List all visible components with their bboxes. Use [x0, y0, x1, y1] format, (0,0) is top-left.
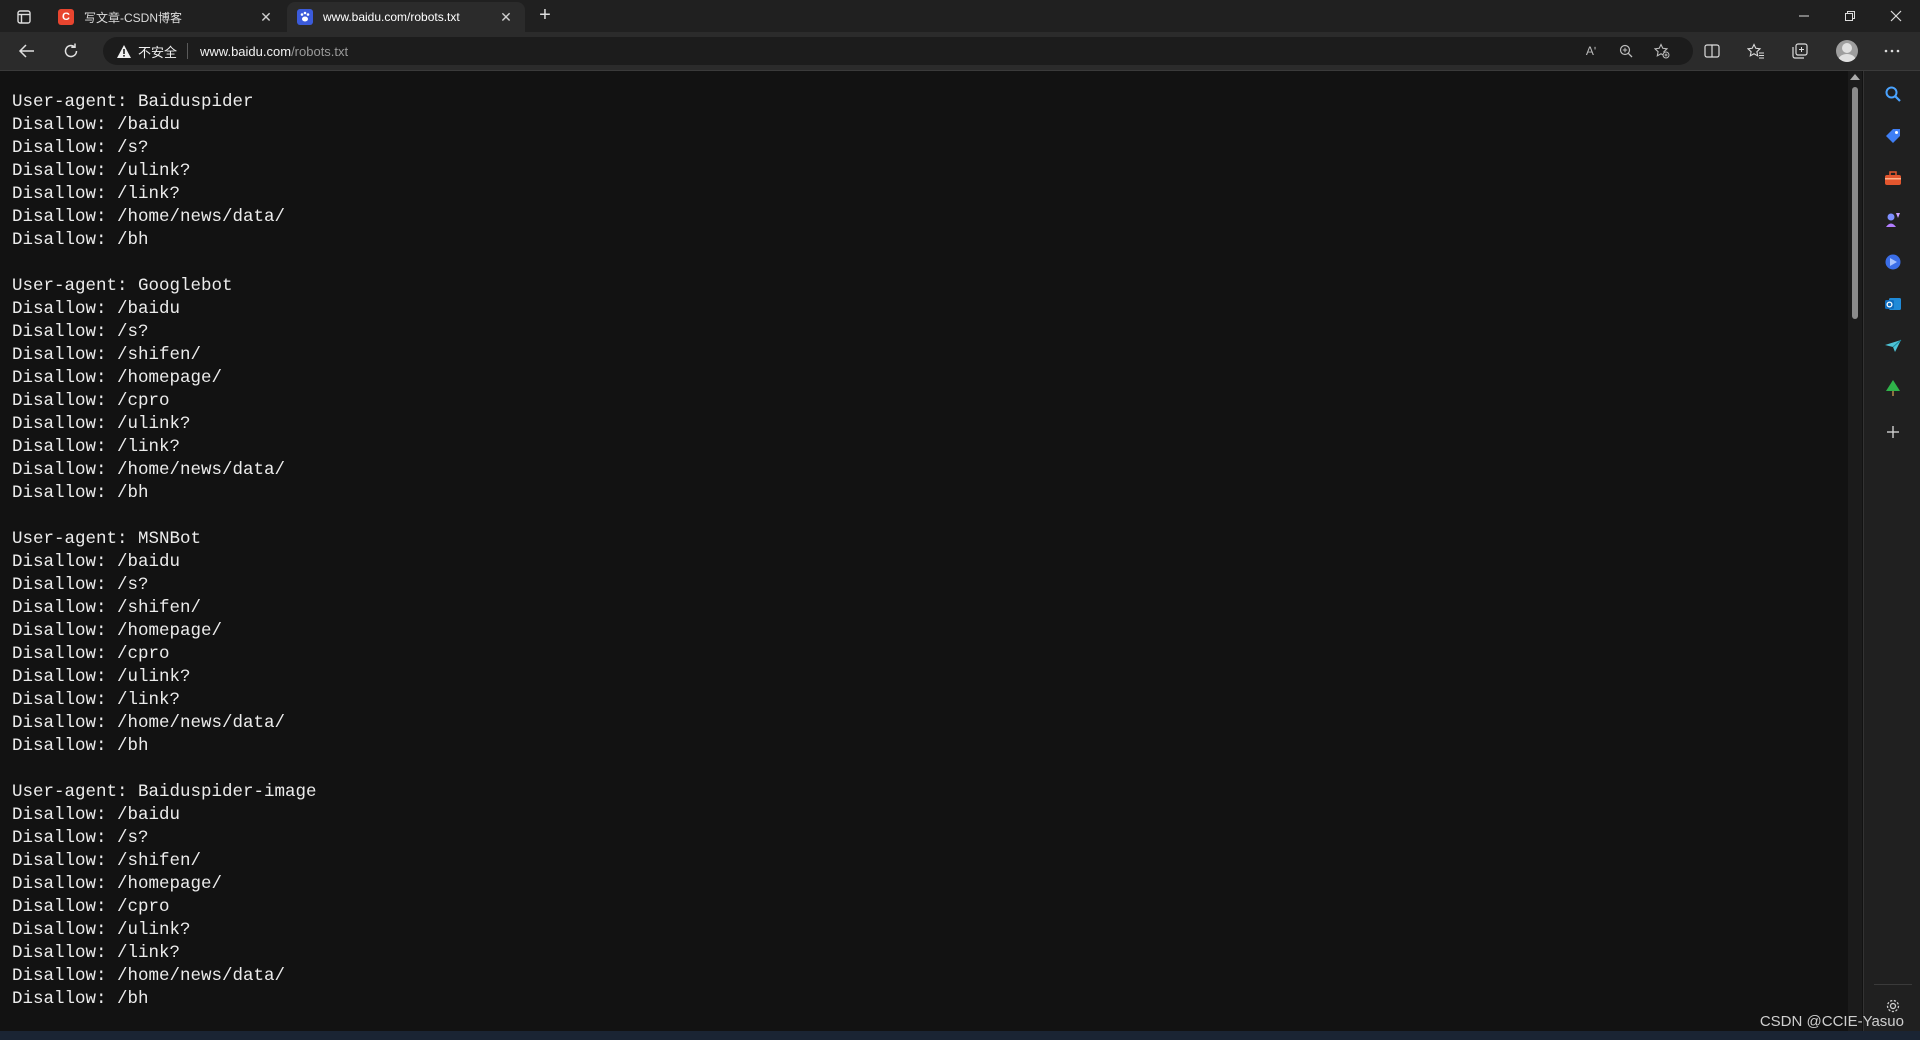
csdn-c-icon: C — [58, 9, 74, 25]
address-bar[interactable]: 不安全 www.baidu.com/robots.txt Aʹ — [103, 37, 1693, 65]
close-icon — [1890, 10, 1902, 22]
tag-icon[interactable] — [1882, 125, 1904, 147]
taskbar-strip — [0, 1031, 1920, 1040]
page-content: User-agent: Baiduspider Disallow: /baidu… — [0, 71, 1848, 1031]
read-aloud-icon[interactable]: Aʹ — [1582, 43, 1600, 59]
back-arrow-icon — [18, 44, 34, 58]
edge-sidebar — [1863, 71, 1920, 1031]
url-path: /robots.txt — [291, 43, 349, 59]
refresh-icon — [64, 43, 78, 58]
scrollbar-thumb[interactable] — [1852, 87, 1858, 319]
more-options-icon[interactable] — [1881, 41, 1903, 61]
office-icon[interactable] — [1882, 251, 1904, 273]
back-button[interactable] — [12, 37, 42, 65]
send-icon[interactable] — [1882, 335, 1904, 357]
tab-strip: C 写文章-CSDN博客 ✕ www.baidu.com/robots.txt … — [0, 0, 1920, 32]
security-status-label[interactable]: 不安全 — [138, 42, 177, 61]
minimize-icon — [1799, 15, 1809, 17]
favorites-icon[interactable] — [1745, 41, 1767, 61]
close-tab-icon[interactable]: ✕ — [257, 9, 275, 26]
tab-title: www.baidu.com/robots.txt — [323, 10, 460, 24]
profile-avatar[interactable] — [1836, 40, 1858, 62]
outlook-icon[interactable] — [1882, 293, 1904, 315]
add-favorite-icon[interactable] — [1653, 43, 1671, 59]
tab-actions-icon — [17, 10, 31, 24]
games-icon[interactable] — [1882, 209, 1904, 231]
restore-button[interactable] — [1828, 0, 1872, 32]
scroll-up-arrow-icon[interactable] — [1850, 74, 1860, 80]
watermark: CSDN @CCIE-Yasuo — [1759, 1013, 1904, 1030]
robots-txt-content: User-agent: Baiduspider Disallow: /baidu… — [12, 92, 317, 1009]
vertical-scrollbar[interactable] — [1848, 71, 1862, 1031]
tab-csdn[interactable]: C 写文章-CSDN博客 ✕ — [48, 2, 285, 32]
refresh-button[interactable] — [56, 37, 86, 65]
warning-triangle-icon[interactable] — [116, 43, 132, 59]
new-tab-button[interactable]: + — [532, 4, 558, 28]
split-screen-icon[interactable] — [1701, 41, 1723, 61]
close-window-button[interactable] — [1874, 0, 1918, 32]
add-icon[interactable] — [1882, 421, 1904, 443]
collections-icon[interactable] — [1789, 41, 1811, 61]
baidu-paw-icon — [297, 9, 313, 25]
zoom-icon[interactable] — [1617, 43, 1635, 59]
tab-actions-button[interactable] — [10, 5, 38, 29]
tree-icon[interactable] — [1882, 377, 1904, 399]
toolbox-icon[interactable] — [1882, 167, 1904, 189]
minimize-button[interactable] — [1782, 0, 1826, 32]
navigation-toolbar: 不安全 www.baidu.com/robots.txt Aʹ — [0, 32, 1920, 71]
restore-icon — [1845, 11, 1855, 21]
tab-title: 写文章-CSDN博客 — [84, 10, 182, 25]
url-host: www.baidu.com — [200, 43, 292, 59]
address-divider — [187, 43, 189, 59]
search-icon[interactable] — [1882, 83, 1904, 105]
close-tab-icon[interactable]: ✕ — [497, 9, 515, 26]
tab-baidu-robots[interactable]: www.baidu.com/robots.txt ✕ — [287, 2, 525, 32]
sidebar-divider — [1874, 984, 1912, 985]
